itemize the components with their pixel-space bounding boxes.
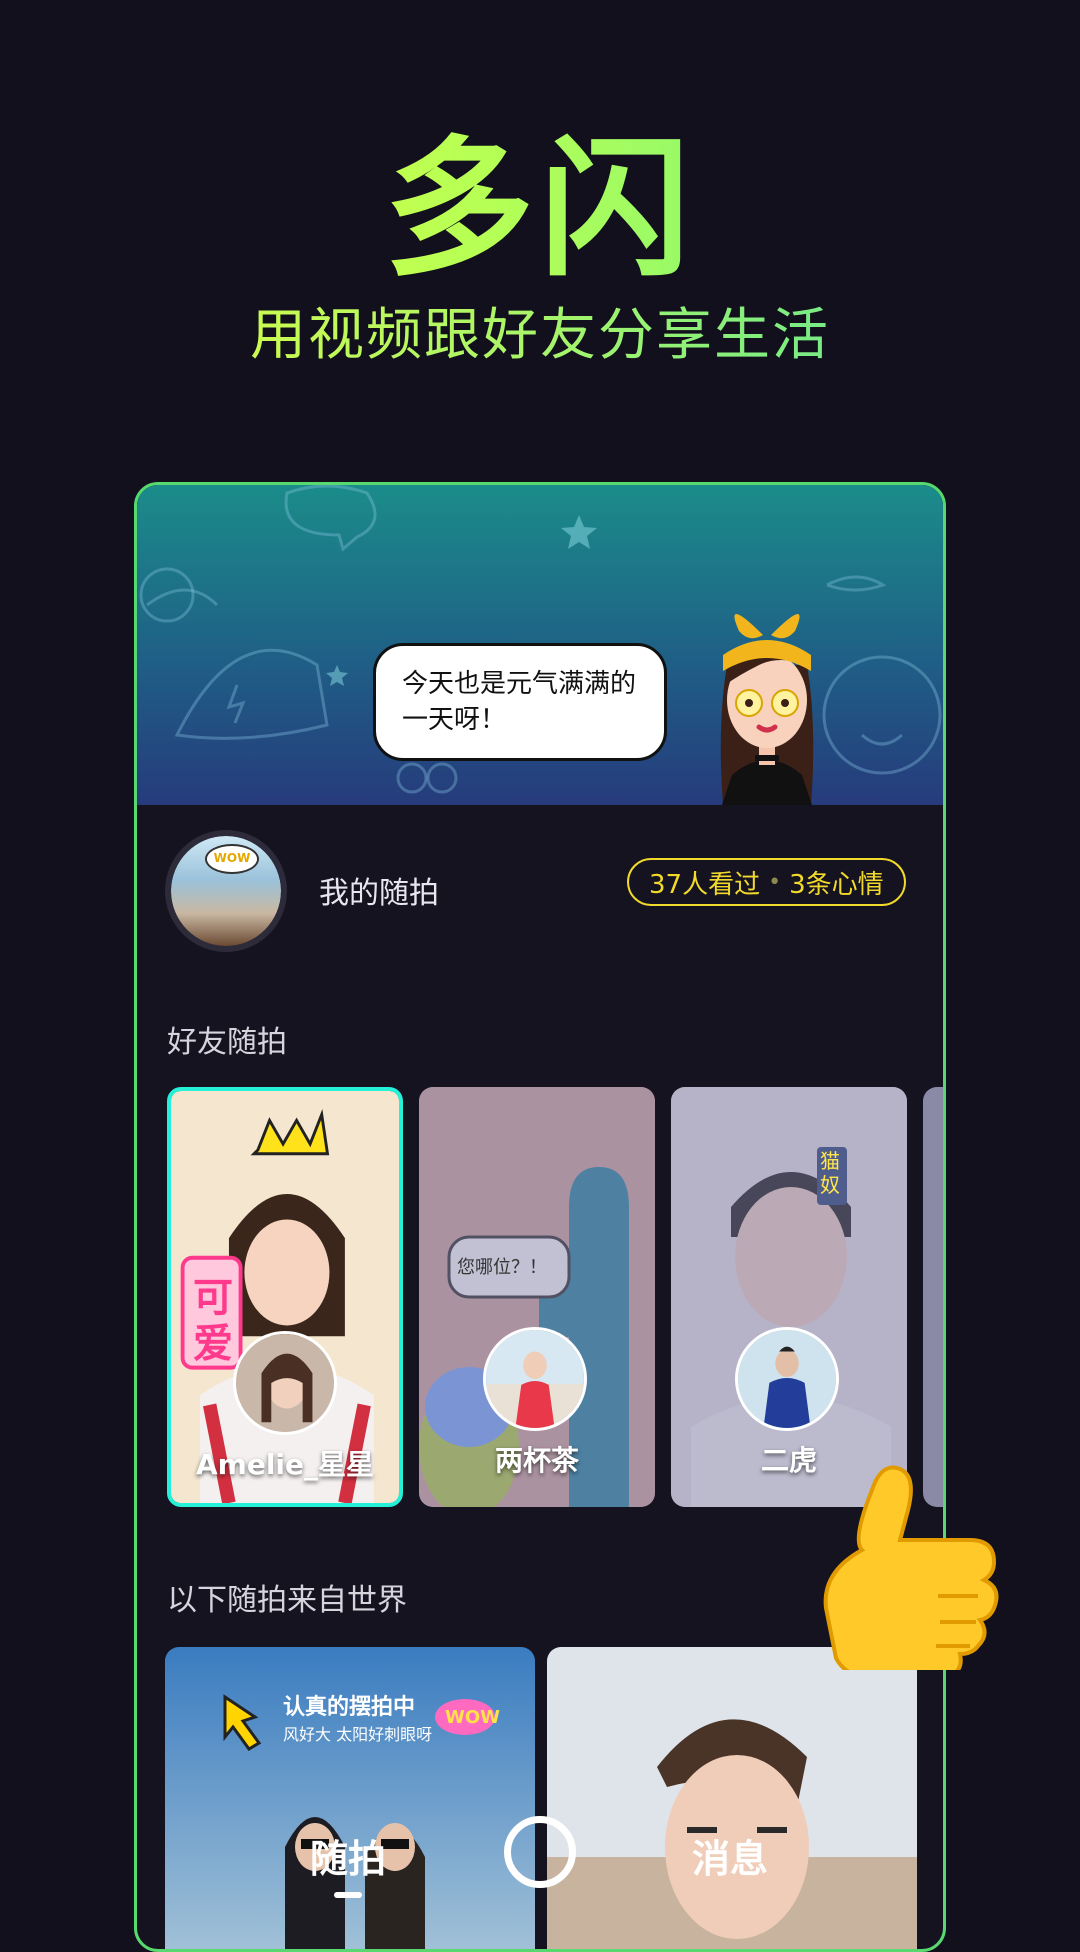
cartoon-girl-illustration [720, 613, 814, 805]
viewer-count: 37人看过 [649, 869, 761, 900]
my-avatar[interactable]: WOW [165, 830, 287, 952]
friend-card[interactable]: 猫奴 二虎 [671, 1087, 907, 1507]
friend-card[interactable]: 您哪位？！ 两杯茶 [419, 1087, 655, 1507]
avatar-photo: WOW [171, 836, 281, 946]
app-title: 多闪 [0, 125, 1080, 295]
phone-screen-mockup: 今天也是元气满满的一天呀！ WOW 我的随拍 37人看过 • 3条心情 好友随拍… [134, 482, 946, 1952]
world-caption: 认真的摆拍中 [283, 1695, 416, 1720]
friend-name: 两杯茶 [494, 1444, 579, 1477]
friend-avatar-photo [236, 1334, 334, 1432]
friend-name: Amelie_星星 [195, 1448, 375, 1481]
thumbs-up-icon [823, 1465, 999, 1670]
world-section-title: 以下随拍来自世界 [167, 1583, 407, 1618]
friends-carousel[interactable]: 可爱 Amelie_星星 您哪位？！ 两杯茶 猫奴 二虎 [167, 1087, 943, 1507]
friend-avatar[interactable] [735, 1327, 839, 1431]
wow-sticker: WOW [205, 844, 259, 874]
bottom-navigation: 随拍 消息 [0, 1800, 1080, 1920]
nav-tab-messages[interactable]: 消息 [692, 1828, 768, 1883]
speech-bubble: 今天也是元气满满的一天呀！ [373, 643, 667, 761]
wow-sticker: WOW [445, 1707, 501, 1728]
cat-lover-sticker: 猫奴 [820, 1149, 840, 1197]
cute-sticker: 可爱 [193, 1275, 233, 1367]
views-moods-badge[interactable]: 37人看过 • 3条心情 [627, 858, 906, 906]
profile-banner: 今天也是元气满满的一天呀！ [137, 485, 943, 805]
separator-dot: • [768, 869, 782, 895]
my-snaps-label: 我的随拍 [319, 876, 439, 911]
friend-video-thumbnail [923, 1087, 943, 1507]
mood-count: 3条心情 [789, 869, 884, 900]
friend-avatar-photo [486, 1330, 584, 1428]
friend-card[interactable]: 可爱 Amelie_星星 [167, 1087, 403, 1507]
app-subtitle: 用视频跟好友分享生活 [0, 300, 1080, 372]
friend-avatar[interactable] [483, 1327, 587, 1431]
friend-card-partial[interactable] [923, 1087, 943, 1507]
friend-avatar[interactable] [233, 1331, 337, 1435]
friends-section-title: 好友随拍 [167, 1025, 287, 1060]
friend-avatar-photo [738, 1330, 836, 1428]
my-snaps-row[interactable]: WOW 我的随拍 37人看过 • 3条心情 [137, 830, 943, 960]
speech-sticker: 您哪位？！ [457, 1257, 547, 1278]
active-tab-indicator [334, 1892, 362, 1898]
capture-button[interactable] [504, 1816, 576, 1888]
world-subcaption: 风好大 太阳好刺眼呀 [283, 1725, 433, 1744]
nav-tab-snaps[interactable]: 随拍 [310, 1828, 386, 1883]
